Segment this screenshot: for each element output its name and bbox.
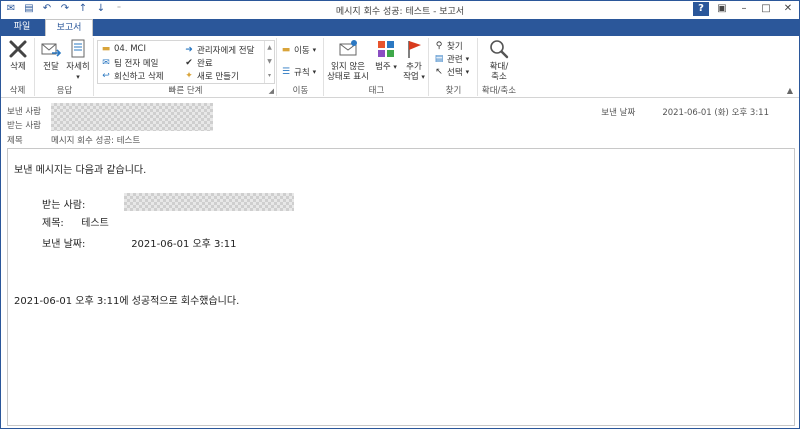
select-button[interactable]: ↖ 선택 ▾ — [434, 66, 469, 78]
unread-mail-icon — [339, 40, 357, 56]
delete-button-label: 삭제 — [10, 62, 26, 72]
more-details-label: 자세히 — [66, 62, 90, 72]
move-button[interactable]: ▬ 이동 ▾ — [281, 44, 316, 56]
forward-button-label: 전달 — [43, 62, 59, 72]
forward-to-manager-icon: ➜ — [185, 45, 193, 55]
group-tags: 읽지 않은 상태로 표시 범주 ▾ 추가 작업 ▾ 태그 — [325, 38, 429, 96]
sent-date: 보낸 날짜 2021-06-01 (화) 오후 3:11 — [601, 108, 769, 118]
body-recall-success: 2021-06-01 오후 3:11에 성공적으로 회수했습니다. — [14, 296, 240, 307]
group-delete-label: 삭제 — [9, 86, 26, 96]
rules-icon: ☰ — [281, 67, 291, 77]
magnifier-icon — [490, 40, 509, 59]
group-quicksteps: ▬ 04. MCI ➜ 관리자에게 전달 ✉ 팀 전자 메일 ✔ 완료 ↩ 회신… — [95, 38, 277, 96]
body-sent-row: 보낸 날짜: 2021-06-01 오후 3:11 — [42, 239, 237, 250]
ribbon-tabs: 파일 보고서 — [1, 19, 799, 36]
body-intro: 보낸 메시지는 다음과 같습니다. — [14, 165, 147, 176]
categorize-button[interactable]: 범주 ▾ — [373, 38, 399, 72]
redacted-sender-recipient — [51, 103, 213, 131]
quicksteps-scrollbar[interactable]: ▲ ▼ ▾ — [264, 41, 274, 83]
message-body: 보낸 메시지는 다음과 같습니다. 받는 사람: 제목: 테스트 보낸 날짜: … — [7, 148, 795, 426]
cursor-icon: ↖ — [435, 67, 443, 77]
binoculars-icon: ⚲ — [435, 41, 443, 51]
group-quicksteps-label: 빠른 단계 — [168, 86, 203, 96]
related-icon: ▤ — [434, 54, 444, 64]
quickstep-item[interactable]: ↩ 회신하고 삭제 — [101, 70, 163, 82]
title-bar: ✉ ▤ ↶ ↷ ↑ ↓ ⁼ 메시지 회수 성공: 테스트 - 보고서 ? ▣ –… — [1, 1, 799, 19]
delete-button[interactable]: 삭제 — [3, 38, 33, 72]
forward-mail-icon — [41, 43, 62, 57]
help-icon[interactable]: ? — [693, 2, 709, 16]
close-icon[interactable]: ✕ — [779, 2, 797, 16]
quicksteps-gallery: ▬ 04. MCI ➜ 관리자에게 전달 ✉ 팀 전자 메일 ✔ 완료 ↩ 회신… — [97, 40, 275, 84]
group-move: ▬ 이동 ▾ ☰ 규칙 ▾ 이동 — [278, 38, 324, 96]
quickstep-item[interactable]: ✔ 완료 — [184, 57, 212, 69]
group-delete: 삭제 삭제 — [1, 38, 35, 96]
window-title: 메시지 회수 성공: 테스트 - 보고서 — [335, 7, 465, 17]
create-new-icon: ✦ — [185, 71, 193, 81]
zoom-button[interactable]: 확대/ 축소 — [481, 38, 517, 82]
quickstep-item[interactable]: ✦ 새로 만들기 — [184, 70, 239, 82]
tab-file[interactable]: 파일 — [1, 19, 43, 36]
chevron-down-icon: ▾ — [393, 63, 397, 71]
subject-value: 메시지 회수 성공: 테스트 — [51, 136, 141, 146]
tab-report[interactable]: 보고서 — [45, 19, 93, 36]
move-folder-icon: ▬ — [281, 45, 291, 55]
chevron-down-icon: ▾ — [312, 68, 317, 76]
done-check-icon: ✔ — [185, 58, 193, 68]
to-label: 받는 사람 — [7, 121, 41, 131]
group-move-label: 이동 — [292, 86, 309, 96]
redacted-recipient — [124, 193, 294, 211]
minimize-icon[interactable]: – — [735, 2, 753, 16]
subject-label: 제목 — [7, 136, 23, 146]
reply-delete-icon: ↩ — [102, 71, 110, 81]
ribbon: 삭제 삭제 전달 자세히 ▾ 응답 ▬ 04. MCI ➜ 관리자에게 전달 ✉… — [1, 36, 799, 98]
group-respond-label: 응답 — [56, 86, 73, 96]
mark-unread-button[interactable]: 읽지 않은 상태로 표시 — [325, 38, 371, 82]
folder-icon: ▬ — [101, 44, 111, 54]
ribbon-display-options-icon[interactable]: ▣ — [713, 2, 731, 16]
chevron-down-icon: ▾ — [76, 73, 80, 81]
find-button[interactable]: ⚲ 찾기 — [434, 40, 463, 52]
collapse-ribbon-icon[interactable]: ▲ — [787, 86, 793, 95]
group-zoom-label: 확대/축소 — [481, 86, 517, 96]
more-details-button[interactable]: 자세히 ▾ — [64, 38, 92, 82]
chevron-down-icon: ▾ — [421, 73, 425, 81]
follow-up-button[interactable]: 추가 작업 ▾ — [401, 38, 427, 82]
body-to-row: 받는 사람: — [42, 200, 86, 211]
group-respond: 전달 자세히 ▾ 응답 — [36, 38, 94, 96]
chevron-down-icon: ▾ — [312, 46, 317, 54]
chevron-down-icon: ▾ — [465, 68, 470, 76]
related-button[interactable]: ▤ 관련 ▾ — [434, 53, 469, 65]
outlook-report-window: ✉ ▤ ↶ ↷ ↑ ↓ ⁼ 메시지 회수 성공: 테스트 - 보고서 ? ▣ –… — [0, 0, 800, 429]
chevron-down-icon: ▾ — [465, 55, 470, 63]
quickstep-item[interactable]: ▬ 04. MCI — [101, 44, 146, 54]
categorize-icon — [378, 41, 394, 57]
rules-button[interactable]: ☰ 규칙 ▾ — [281, 66, 316, 78]
details-document-icon — [71, 39, 85, 58]
group-zoom: 확대/ 축소 확대/축소 — [479, 38, 519, 96]
team-mail-icon: ✉ — [102, 58, 110, 68]
message-header: 보낸 사람 받는 사람 제목 메시지 회수 성공: 테스트 보낸 날짜 2021… — [1, 101, 799, 147]
forward-button[interactable]: 전달 — [38, 38, 64, 72]
body-subject-row: 제목: 테스트 — [42, 218, 109, 229]
from-label: 보낸 사람 — [7, 107, 41, 117]
group-tags-label: 태그 — [368, 86, 385, 96]
group-find: ⚲ 찾기 ▤ 관련 ▾ ↖ 선택 ▾ 찾기 — [430, 38, 478, 96]
flag-icon — [408, 41, 421, 58]
window-controls: ? ▣ – □ ✕ — [693, 2, 797, 16]
delete-x-icon — [9, 40, 27, 58]
quickstep-item[interactable]: ✉ 팀 전자 메일 — [101, 57, 158, 69]
dialog-launcher-icon[interactable]: ◢ — [269, 87, 274, 95]
quickstep-item[interactable]: ➜ 관리자에게 전달 — [184, 44, 254, 56]
maximize-icon[interactable]: □ — [757, 2, 775, 16]
group-find-label: 찾기 — [445, 86, 462, 96]
